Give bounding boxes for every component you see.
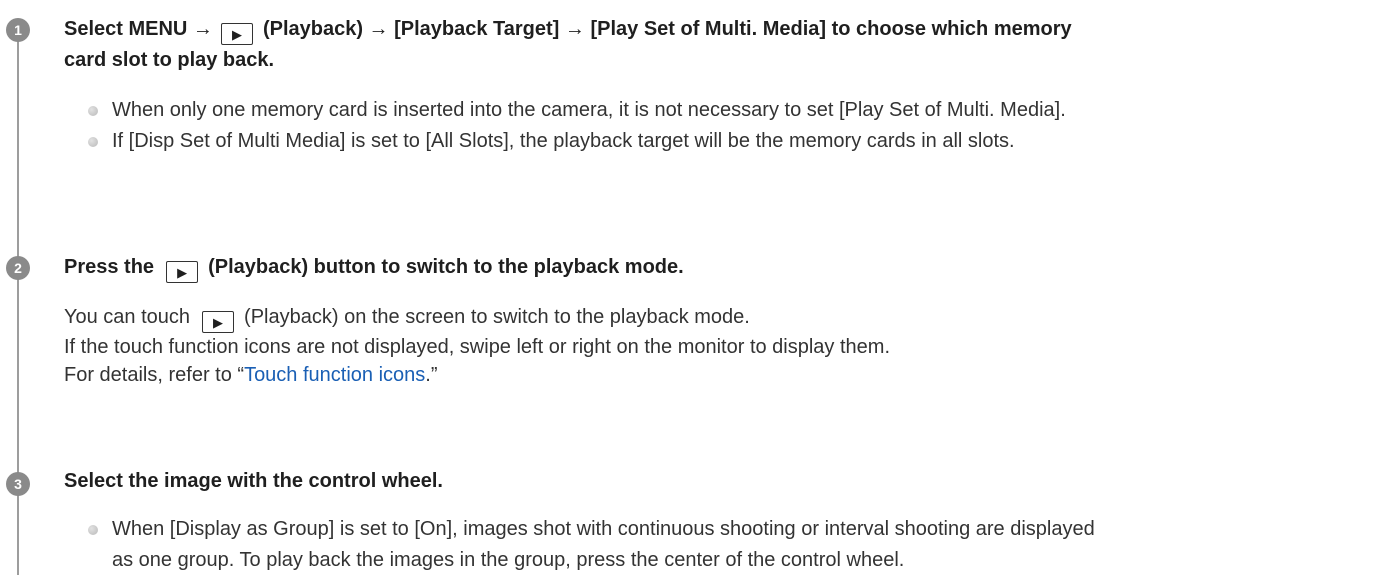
step-title-text: Select MENU → [64, 18, 213, 40]
step-title-text: (Playback) → [Playback Target] → [Play S… [262, 18, 1072, 40]
step-title: Select the image with the control wheel. [64, 470, 443, 492]
step-number-badge: 1 [6, 18, 30, 42]
playback-icon: ▶ [166, 261, 199, 283]
list-item: When only one memory card is inserted in… [88, 95, 1066, 126]
playback-icon: ▶ [220, 23, 253, 45]
step-number-badge: 3 [6, 472, 30, 496]
step-bullet-list: When [Display as Group] is set to [On], … [88, 514, 1095, 576]
description-text: .” [425, 364, 438, 386]
step-number-badge: 2 [6, 256, 30, 280]
step-title-text: (Playback) button to switch to the playb… [208, 256, 684, 278]
step-title-text: card slot to play back. [64, 49, 275, 71]
list-item: When [Display as Group] is set to [On], … [88, 514, 1095, 576]
step-title: Select MENU → ▶ (Playback) → [Playback Tar… [64, 14, 1072, 76]
description-text: For details, refer to “ [64, 364, 245, 386]
bullet-text: When only one memory card is inserted in… [112, 99, 1066, 121]
bullet-text: as one group. To play back the images in… [112, 549, 905, 571]
step-title-text: Press the [64, 256, 155, 278]
bullet-text: If [Disp Set of Multi Media] is set to [… [112, 130, 1015, 152]
description-text: You can touch [64, 306, 191, 328]
description-line: If the touch function icons are not disp… [64, 336, 891, 358]
description-line: For details, refer to “Touch function ic… [64, 361, 890, 389]
description-text: (Playback) on the screen to switch to th… [244, 306, 750, 328]
playback-icon: ▶ [202, 311, 235, 333]
step-title: Press the ▶ (Playback) button to switch to… [64, 252, 684, 283]
step-bullet-list: When only one memory card is inserted in… [88, 95, 1066, 157]
touch-function-icons-link[interactable]: Touch function icons [244, 364, 425, 386]
list-item: If [Disp Set of Multi Media] is set to [… [88, 126, 1066, 157]
description-line: You can touch ▶ (Playback) on the screen t… [64, 303, 890, 333]
step-description: You can touch ▶ (Playback) on the screen t… [64, 303, 890, 389]
bullet-text: When [Display as Group] is set to [On], … [112, 518, 1095, 540]
